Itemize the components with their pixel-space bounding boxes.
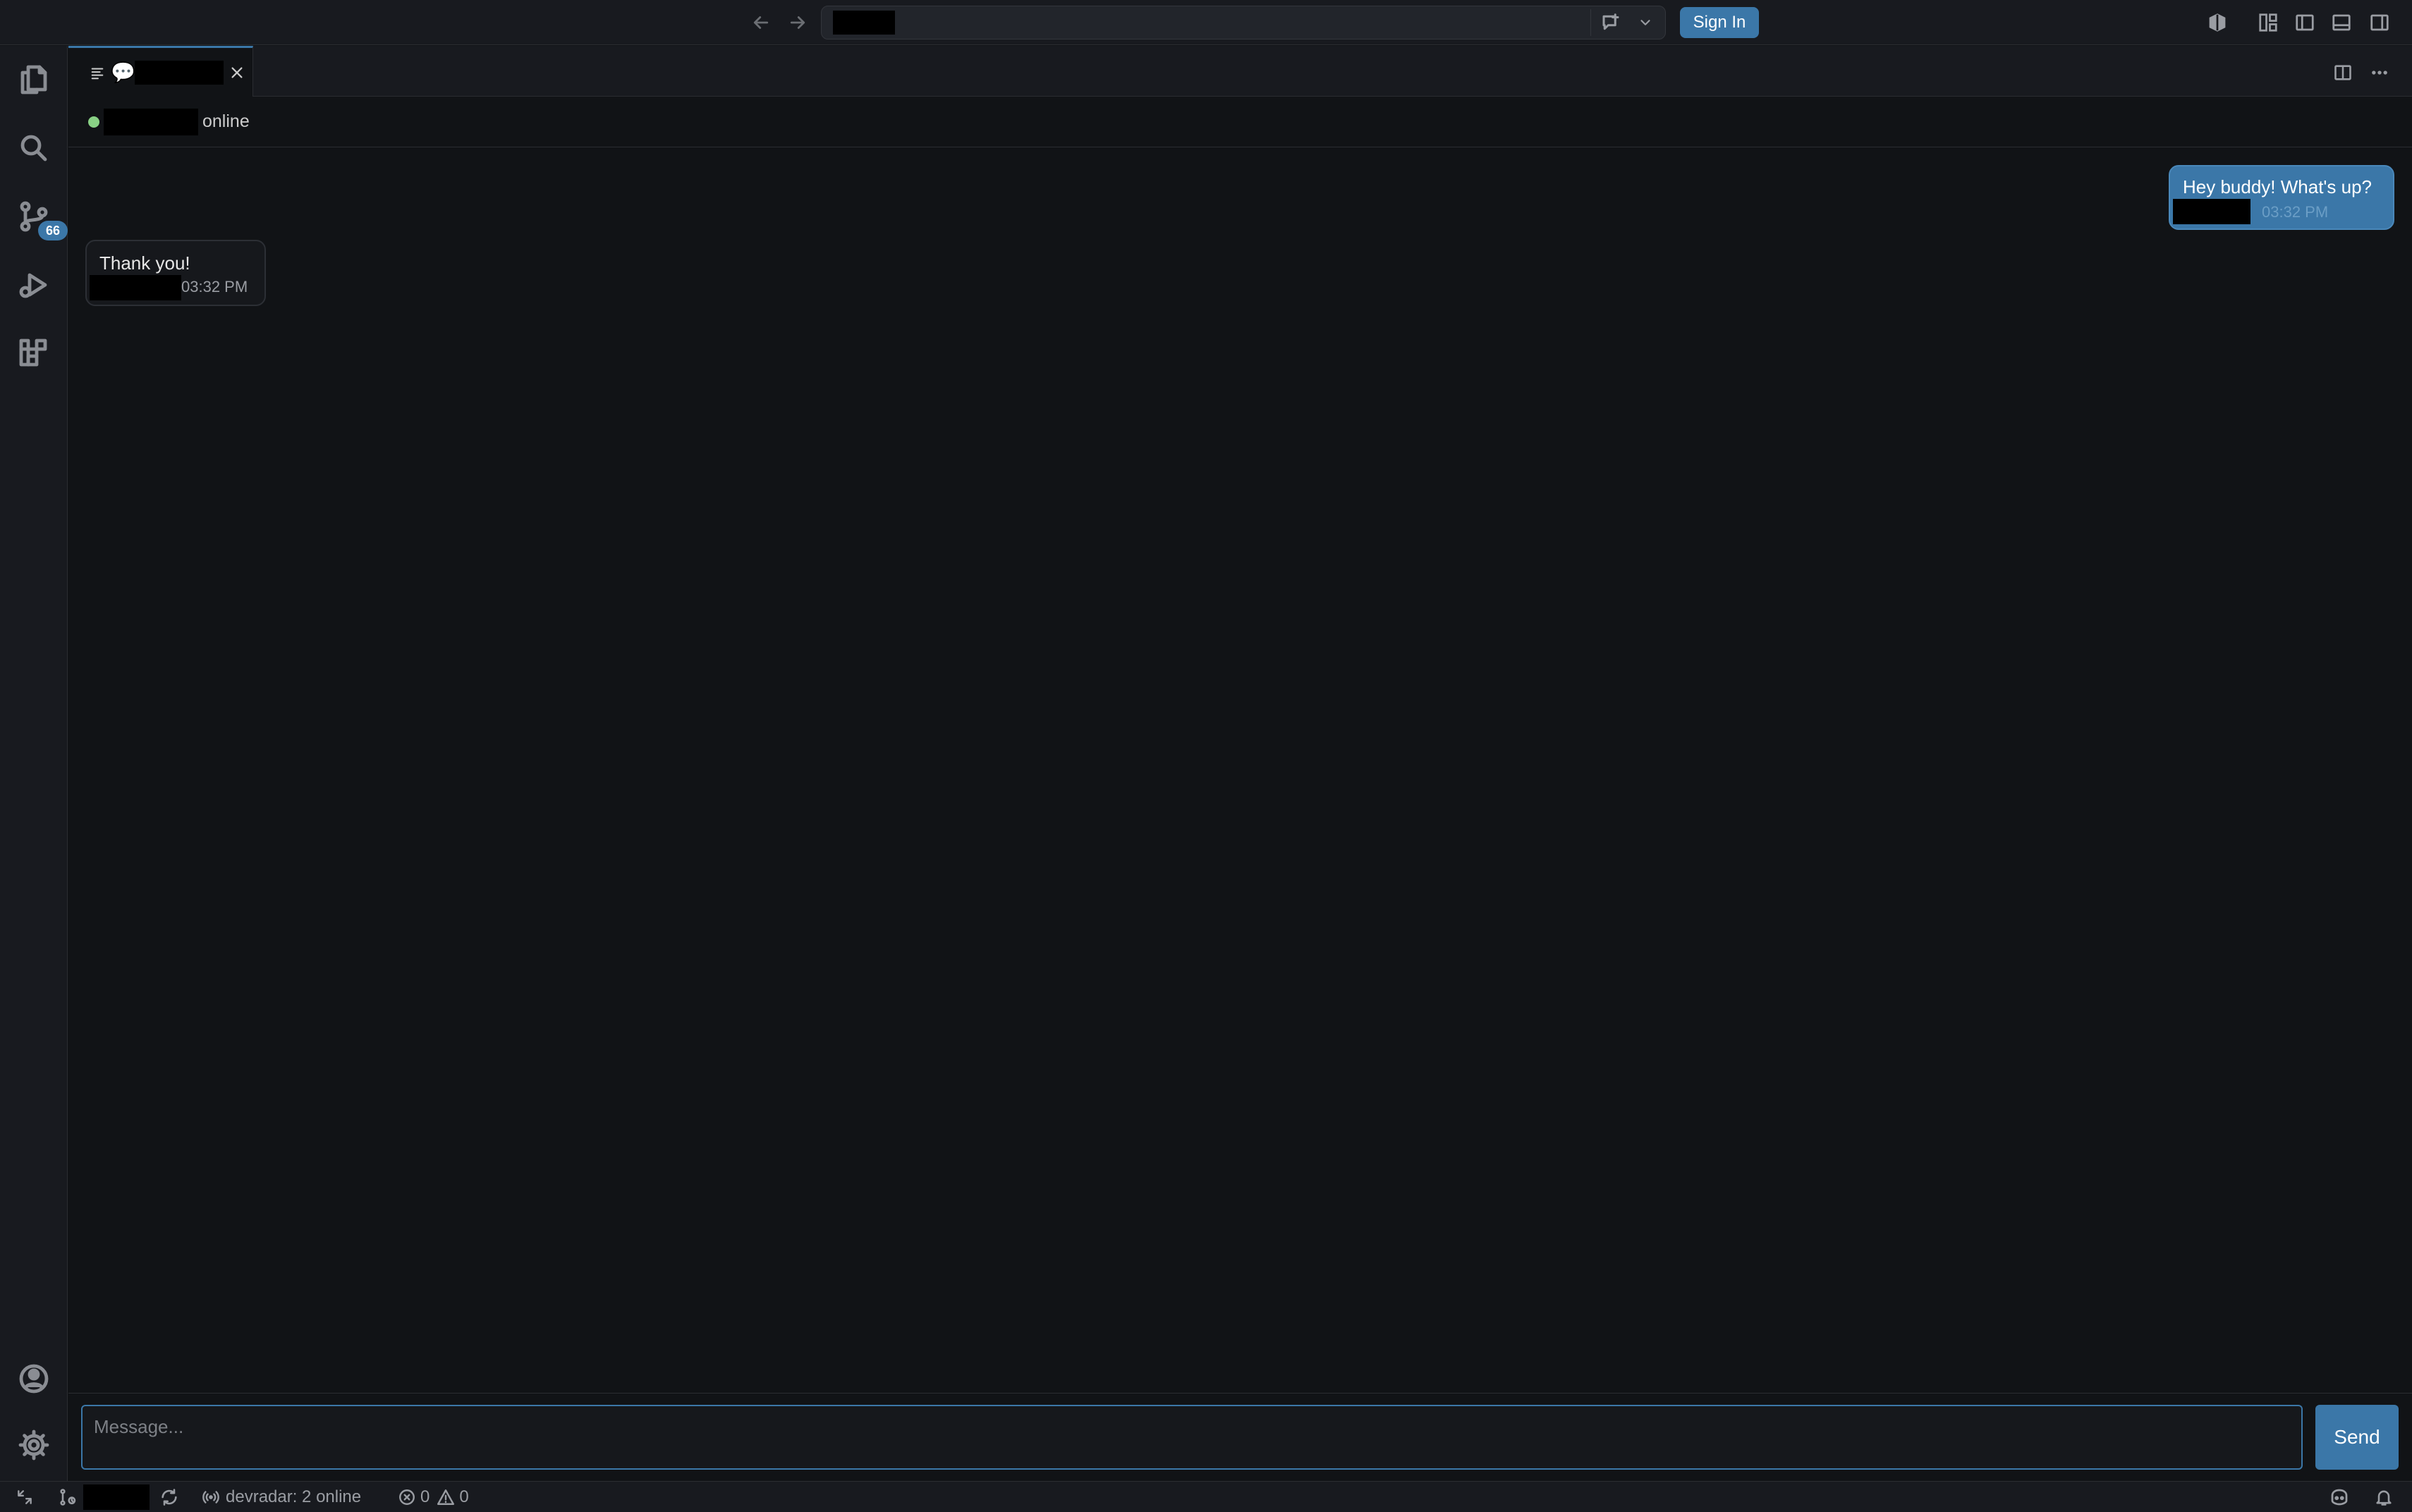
message-list: Hey buddy! What's up? 03:32 PM Thank you… bbox=[68, 148, 2412, 1393]
activity-bar: 66 bbox=[0, 46, 68, 1481]
incoming-message: Thank you! 03:32 PM bbox=[85, 240, 266, 306]
message-time: 03:32 PM bbox=[181, 278, 248, 295]
sign-in-button[interactable]: Sign In bbox=[1680, 7, 1759, 38]
redacted-sender-name bbox=[2173, 199, 2250, 224]
presence-status: online bbox=[202, 111, 250, 131]
message-input[interactable] bbox=[81, 1405, 2303, 1470]
command-center-search[interactable] bbox=[821, 6, 1666, 39]
customize-layout-icon[interactable] bbox=[2255, 10, 2281, 35]
speech-bubble-icon: 💬 bbox=[111, 61, 135, 83]
remote-indicator-icon[interactable] bbox=[16, 1482, 34, 1512]
extensions-icon[interactable] bbox=[11, 329, 56, 374]
run-debug-icon[interactable] bbox=[11, 262, 56, 307]
toggle-primary-sidebar-icon[interactable] bbox=[2292, 10, 2317, 35]
redacted-branch-name bbox=[83, 1482, 150, 1512]
toggle-panel-icon[interactable] bbox=[2329, 10, 2354, 35]
chevron-down-icon[interactable] bbox=[1631, 9, 1659, 36]
source-control-icon[interactable]: 66 bbox=[11, 194, 68, 240]
message-composer: Send bbox=[68, 1393, 2412, 1481]
presence-label: devradar: 2 online bbox=[226, 1487, 362, 1506]
source-control-badge: 66 bbox=[38, 221, 68, 240]
source-control-branch-icon[interactable] bbox=[58, 1482, 78, 1512]
back-arrow-icon[interactable] bbox=[745, 8, 776, 37]
problems-indicator[interactable]: 0 0 bbox=[398, 1482, 469, 1512]
preview-lines-icon bbox=[90, 65, 105, 84]
split-editor-icon[interactable] bbox=[2329, 59, 2357, 87]
broadcast-icon bbox=[202, 1491, 219, 1504]
copilot-status-icon[interactable] bbox=[2329, 1482, 2350, 1512]
close-icon[interactable] bbox=[225, 61, 249, 85]
error-count: 0 bbox=[420, 1487, 430, 1506]
chat-header: online bbox=[68, 97, 2412, 147]
error-icon bbox=[399, 1489, 415, 1505]
accounts-icon[interactable] bbox=[11, 1356, 56, 1401]
redacted-workspace-name bbox=[833, 11, 895, 35]
tab-chat[interactable]: 💬 bbox=[68, 46, 253, 97]
gear-icon[interactable] bbox=[11, 1422, 56, 1468]
redacted-tab-title bbox=[135, 61, 224, 85]
message-time: 03:32 PM bbox=[2262, 203, 2329, 221]
explorer-icon[interactable] bbox=[11, 57, 56, 102]
more-actions-icon[interactable] bbox=[2365, 59, 2394, 87]
warning-icon bbox=[437, 1489, 455, 1505]
chat-icon[interactable] bbox=[1590, 9, 1630, 36]
forward-arrow-icon[interactable] bbox=[782, 8, 813, 37]
status-bar: devradar: 2 online 0 0 bbox=[0, 1481, 2412, 1512]
send-button[interactable]: Send bbox=[2315, 1405, 2399, 1470]
message-text: Thank you! bbox=[99, 252, 190, 274]
redacted-contact-name bbox=[104, 109, 198, 135]
warning-count: 0 bbox=[459, 1487, 469, 1506]
outgoing-message: Hey buddy! What's up? 03:32 PM bbox=[2169, 165, 2394, 230]
devradar-presence[interactable]: devradar: 2 online bbox=[202, 1482, 361, 1512]
redacted-sender-name bbox=[90, 275, 181, 300]
search-icon[interactable] bbox=[11, 126, 56, 171]
copilot-icon[interactable] bbox=[2205, 10, 2230, 35]
editor-tab-bar: 💬 bbox=[68, 46, 2412, 97]
toggle-secondary-sidebar-icon[interactable] bbox=[2367, 10, 2392, 35]
online-status-dot bbox=[88, 116, 99, 128]
sync-icon[interactable] bbox=[159, 1482, 179, 1512]
message-text: Hey buddy! What's up? bbox=[2183, 176, 2372, 197]
bell-icon[interactable] bbox=[2374, 1482, 2394, 1512]
title-bar: Sign In bbox=[0, 0, 2412, 45]
